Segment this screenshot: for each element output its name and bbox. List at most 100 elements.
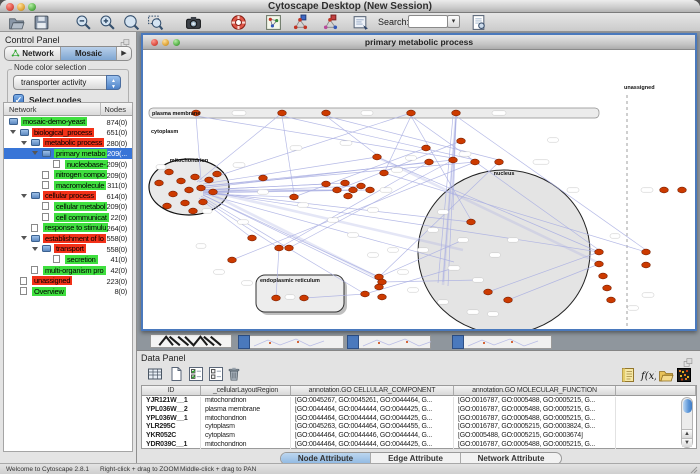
inner-close-icon[interactable] bbox=[151, 39, 158, 46]
network-node[interactable] bbox=[259, 175, 268, 181]
network-node[interactable] bbox=[452, 110, 461, 116]
network-node[interactable] bbox=[248, 235, 257, 241]
network-node[interactable] bbox=[595, 261, 604, 267]
search-input[interactable] bbox=[409, 21, 447, 32]
table-scrollbar[interactable]: ▲ ▼ bbox=[681, 397, 693, 448]
save-session-icon[interactable] bbox=[33, 14, 50, 31]
network-node[interactable] bbox=[373, 154, 382, 160]
network-node[interactable] bbox=[228, 257, 237, 263]
search-dropdown-arrow-icon[interactable]: ▾ bbox=[447, 15, 460, 28]
float-panel-icon[interactable] bbox=[120, 35, 130, 44]
open-file-icon[interactable] bbox=[8, 14, 25, 31]
attribute-table-icon[interactable] bbox=[147, 366, 163, 382]
table-column-header[interactable]: annotation.GO CELLULAR_COMPONENT bbox=[291, 386, 454, 396]
network-node[interactable] bbox=[199, 199, 208, 205]
disclosure-triangle-icon[interactable] bbox=[21, 194, 27, 198]
disclosure-triangle-icon[interactable] bbox=[21, 236, 27, 240]
network-node[interactable] bbox=[484, 289, 493, 295]
import-attributes-icon[interactable] bbox=[658, 367, 674, 383]
network-node[interactable] bbox=[275, 245, 284, 251]
tree-row[interactable]: multi-organism pro42(0) bbox=[4, 265, 132, 276]
modify-network-blue-icon[interactable] bbox=[292, 14, 309, 31]
network-node[interactable] bbox=[467, 219, 476, 225]
inner-minimize-icon[interactable] bbox=[162, 39, 169, 46]
network-node[interactable] bbox=[333, 187, 342, 193]
zoom-out-icon[interactable] bbox=[75, 14, 92, 31]
node-color-combo[interactable]: transporter activity bbox=[13, 75, 121, 90]
network-node[interactable] bbox=[278, 110, 287, 116]
network-node[interactable] bbox=[449, 157, 458, 163]
disclosure-triangle-icon[interactable] bbox=[32, 151, 38, 155]
network-node[interactable] bbox=[290, 194, 299, 200]
tree-row[interactable]: response to stimulu264(0) bbox=[4, 223, 132, 234]
scroll-down-icon[interactable]: ▼ bbox=[682, 438, 692, 447]
tree-row[interactable]: cellular process614(0) bbox=[4, 191, 132, 202]
tab-overflow-arrow-icon[interactable]: ▶ bbox=[117, 47, 131, 60]
table-column-header[interactable] bbox=[616, 386, 696, 396]
network-node[interactable] bbox=[177, 178, 186, 184]
tree-row[interactable]: metabolic process280(0) bbox=[4, 138, 132, 149]
zoom-selected-region-icon[interactable] bbox=[147, 14, 164, 31]
network-node[interactable] bbox=[378, 294, 387, 300]
network-node[interactable] bbox=[380, 170, 389, 176]
close-window-icon[interactable] bbox=[6, 3, 14, 11]
network-node[interactable] bbox=[595, 249, 604, 255]
network-node[interactable] bbox=[322, 110, 331, 116]
network-node[interactable] bbox=[181, 200, 190, 206]
zoom-fit-icon[interactable] bbox=[123, 14, 140, 31]
network-node[interactable] bbox=[425, 159, 434, 165]
tree-row[interactable]: macromolecule311(0) bbox=[4, 180, 132, 191]
background-window-fragment[interactable] bbox=[150, 334, 232, 348]
tree-row[interactable]: nucleobase-209(0) bbox=[4, 159, 132, 170]
table-column-header[interactable]: ID bbox=[142, 386, 201, 396]
network-node[interactable] bbox=[197, 185, 206, 191]
network-node[interactable] bbox=[599, 273, 608, 279]
network-node[interactable] bbox=[300, 295, 309, 301]
disclosure-triangle-icon[interactable] bbox=[10, 130, 16, 134]
network-node[interactable] bbox=[422, 145, 431, 151]
network-node[interactable] bbox=[205, 177, 214, 183]
tree-row[interactable]: cellular metabol209(0) bbox=[4, 201, 132, 212]
network-window-titlebar[interactable]: primary metabolic process bbox=[143, 35, 695, 50]
tree-row[interactable]: primary metabo209(... bbox=[4, 148, 132, 159]
network-node[interactable] bbox=[155, 180, 164, 186]
tree-row[interactable]: transport558(0) bbox=[4, 244, 132, 255]
background-window-fragment[interactable] bbox=[452, 335, 552, 349]
table-column-header[interactable]: annotation.GO MOLECULAR_FUNCTION bbox=[454, 386, 616, 396]
network-node[interactable] bbox=[603, 285, 612, 291]
tree-row[interactable]: secretion41(0) bbox=[4, 254, 132, 265]
network-node[interactable] bbox=[341, 180, 350, 186]
tab-network[interactable]: Network bbox=[5, 47, 61, 60]
network-node[interactable] bbox=[407, 110, 416, 116]
network-node[interactable] bbox=[375, 284, 384, 290]
tree-row[interactable]: establishment of lo558(0) bbox=[4, 233, 132, 244]
network-node[interactable] bbox=[344, 193, 353, 199]
network-node[interactable] bbox=[185, 187, 194, 193]
background-window-fragment[interactable] bbox=[347, 335, 431, 349]
disclosure-triangle-icon[interactable] bbox=[21, 141, 27, 145]
tree-col-nodes[interactable]: Nodes bbox=[104, 105, 126, 114]
network-node[interactable] bbox=[169, 191, 178, 197]
combo-stepper-icon[interactable]: ▲▼ bbox=[106, 75, 121, 90]
delete-attribute-icon[interactable] bbox=[226, 366, 242, 382]
network-node[interactable] bbox=[272, 295, 281, 301]
unselect-attributes-icon[interactable] bbox=[208, 366, 224, 382]
network-node[interactable] bbox=[285, 245, 294, 251]
network-overview-icon[interactable] bbox=[265, 14, 282, 31]
network-node[interactable] bbox=[471, 159, 480, 165]
network-node[interactable] bbox=[189, 208, 198, 214]
network-node[interactable] bbox=[495, 159, 504, 165]
tree-row[interactable]: mosaic-demo-yeast874(0) bbox=[4, 117, 132, 128]
network-node[interactable] bbox=[642, 249, 651, 255]
network-node[interactable] bbox=[457, 138, 466, 144]
network-node[interactable] bbox=[366, 187, 375, 193]
annotation-filter-icon[interactable] bbox=[352, 14, 369, 31]
tree-row[interactable]: biological_process651(0) bbox=[4, 127, 132, 138]
network-node[interactable] bbox=[191, 174, 200, 180]
network-node[interactable] bbox=[642, 262, 651, 268]
network-node[interactable] bbox=[504, 297, 513, 303]
tree-col-network[interactable]: Network bbox=[9, 105, 37, 114]
network-node[interactable] bbox=[678, 187, 687, 193]
scrollbar-thumb[interactable] bbox=[683, 399, 692, 413]
tree-row[interactable]: nitrogen compo209(0) bbox=[4, 170, 132, 181]
